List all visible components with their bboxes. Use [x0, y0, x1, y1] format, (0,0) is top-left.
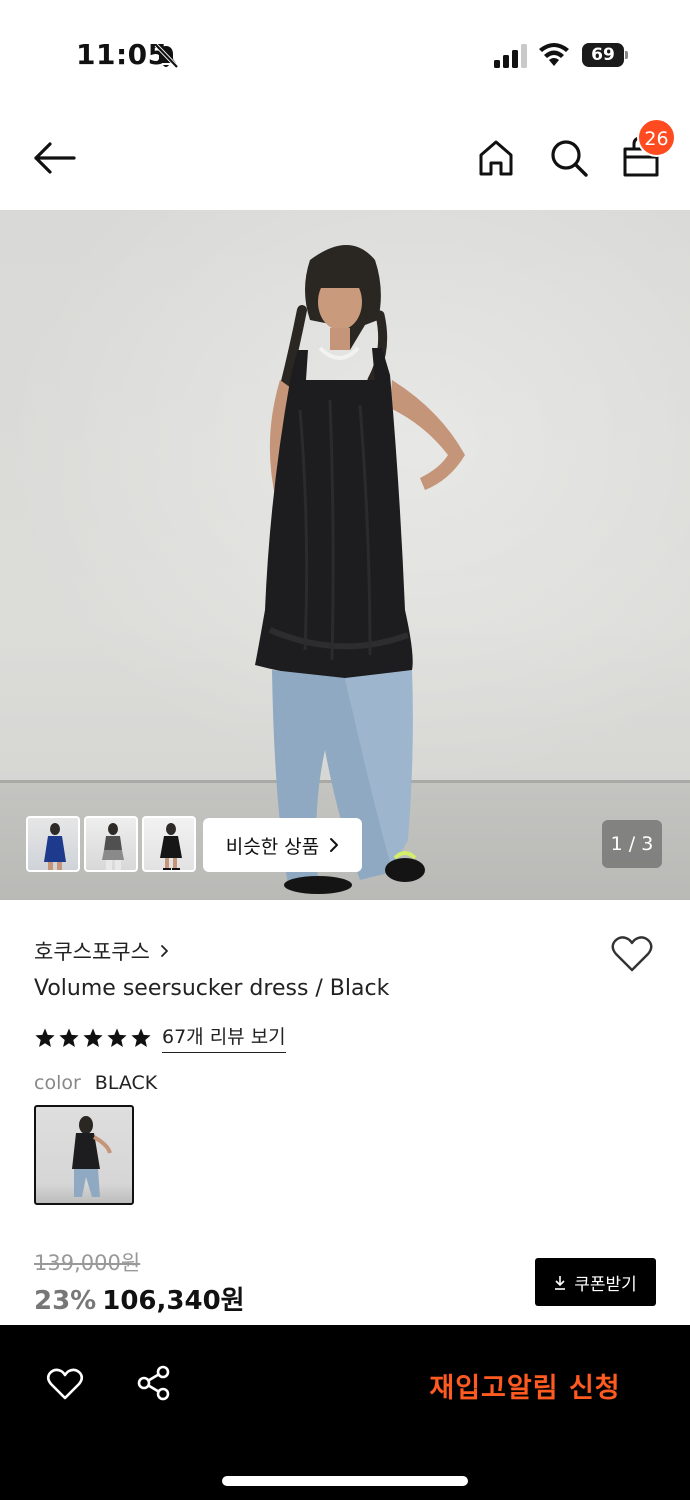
thumbnail-1[interactable]	[26, 816, 80, 872]
bell-muted-icon	[154, 43, 179, 69]
wifi-icon	[539, 43, 569, 66]
thumbnail-strip	[26, 816, 196, 872]
sale-price: 106,340원	[102, 1286, 245, 1316]
rating-stars	[34, 1027, 152, 1049]
top-navigation: 26	[0, 110, 690, 210]
color-value: BLACK	[94, 1072, 158, 1094]
back-arrow-icon[interactable]	[32, 138, 76, 178]
thumbnail-black-dress	[160, 823, 182, 870]
coupon-download-button[interactable]: 쿠폰받기	[535, 1258, 656, 1306]
product-title: Volume seersucker dress / Black	[34, 976, 390, 1001]
battery-level: 69	[582, 43, 624, 67]
cellular-signal-icon	[494, 44, 527, 68]
home-indicator	[222, 1476, 468, 1486]
thumbnail-grey-dress	[102, 823, 124, 870]
rating-row: 67개 리뷰 보기	[34, 1022, 286, 1053]
coupon-label: 쿠폰받기	[574, 1274, 637, 1295]
home-icon[interactable]	[476, 138, 516, 178]
thumbnail-2[interactable]	[84, 816, 138, 872]
star-icon	[59, 1027, 79, 1047]
chevron-right-icon	[330, 838, 339, 852]
brand-link[interactable]: 호쿠스포쿠스	[34, 936, 169, 966]
battery-cap	[625, 51, 628, 59]
review-link[interactable]: 67개 리뷰 보기	[162, 1022, 286, 1053]
gallery-page-indicator: 1 / 3	[602, 820, 662, 868]
battery-indicator: 69	[582, 43, 628, 67]
original-price: 139,000원	[34, 1251, 141, 1275]
swatch-image	[72, 1116, 112, 1197]
download-icon	[555, 1275, 566, 1290]
thumbnail-3[interactable]	[142, 816, 196, 872]
color-swatch-black[interactable]	[34, 1105, 134, 1205]
status-bar: 11:05 69	[0, 0, 690, 110]
thumbnail-blue-dress	[44, 823, 66, 870]
brand-name: 호쿠스포쿠스	[34, 940, 150, 964]
wishlist-heart-icon[interactable]	[610, 934, 654, 974]
similar-products-button[interactable]: 비슷한 상품	[203, 818, 362, 872]
product-photo-model	[255, 245, 465, 894]
search-icon[interactable]	[548, 137, 590, 179]
product-image-gallery[interactable]: 비슷한 상품 1 / 3	[0, 210, 690, 900]
star-icon	[35, 1027, 55, 1047]
star-icon	[107, 1027, 127, 1047]
heart-icon[interactable]	[46, 1367, 84, 1401]
color-label: color	[34, 1072, 81, 1094]
color-row: color BLACK	[34, 1072, 157, 1094]
discount-rate: 23%	[34, 1286, 97, 1316]
share-icon[interactable]	[136, 1365, 172, 1401]
chevron-right-icon	[161, 945, 168, 957]
star-icon	[83, 1027, 103, 1047]
similar-products-label: 비슷한 상품	[225, 835, 320, 858]
price-row: 23% 106,340원	[34, 1280, 245, 1317]
restock-alert-button[interactable]: 재입고알림 신청	[410, 1361, 640, 1409]
bottom-action-bar: 재입고알림 신청	[0, 1325, 690, 1500]
star-icon	[131, 1027, 151, 1047]
cart-count-badge: 26	[637, 118, 676, 157]
